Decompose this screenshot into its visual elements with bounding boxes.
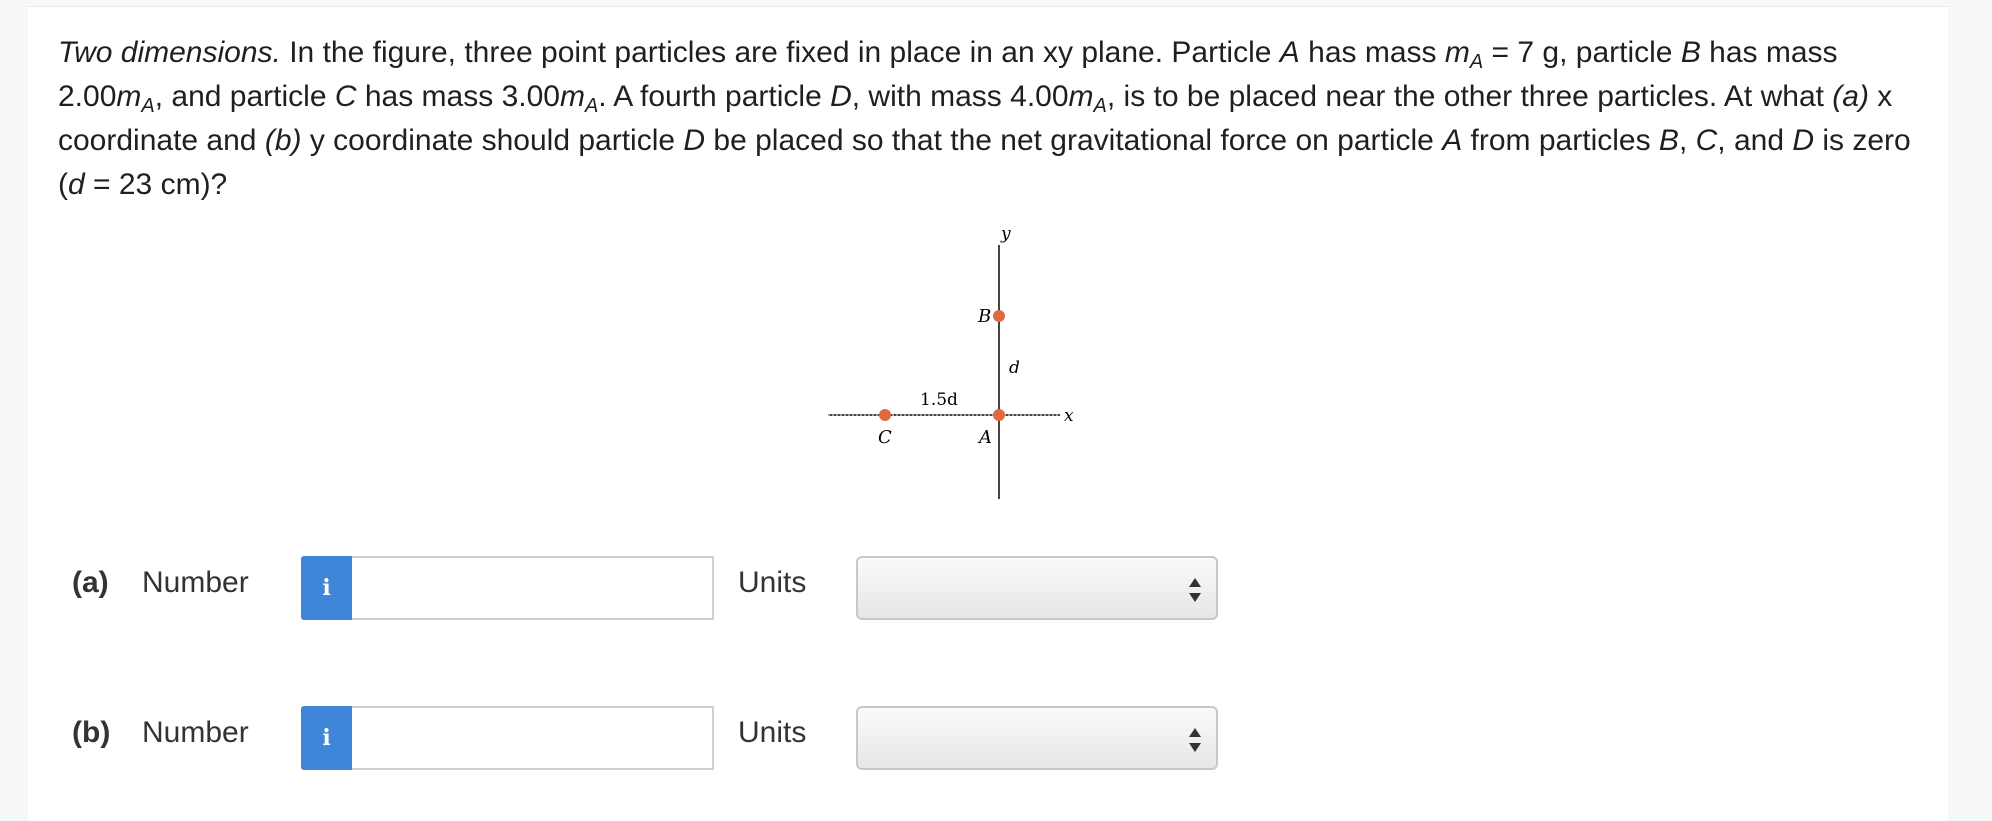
units-label: Units [738, 716, 807, 749]
question-fragment: from particles [1462, 124, 1659, 157]
label-c: C [878, 427, 892, 448]
question-fragment: has mass [1299, 36, 1445, 69]
label-b: B [977, 306, 991, 327]
question-lead: Two dimensions. [58, 36, 281, 69]
info-icon[interactable]: i [301, 556, 352, 620]
label-a: A [977, 427, 992, 448]
question-fragment: A [584, 95, 599, 117]
particle-a [993, 409, 1005, 421]
particle-b [993, 310, 1005, 322]
answer-row-b: (b) Number i Units [28, 702, 1228, 770]
question-fragment: d [68, 168, 85, 201]
units-select-a[interactable] [856, 556, 1218, 620]
question-fragment: A [1279, 36, 1300, 69]
question-fragment: m [1444, 36, 1470, 69]
label-1-5d: 1.5d [920, 390, 958, 410]
question-fragment: m [1068, 80, 1094, 113]
question-fragment: m [116, 80, 142, 113]
question-fragment: D [683, 124, 706, 157]
question-fragment: . A fourth particle [598, 80, 831, 113]
x-axis-label: x [1064, 406, 1074, 426]
units-select-b[interactable] [856, 706, 1218, 770]
number-label: Number [142, 566, 249, 599]
question-fragment: y coordinate should particle [301, 124, 684, 157]
particle-c [879, 409, 891, 421]
question-fragment: m [559, 80, 585, 113]
select-arrows-icon [1189, 728, 1201, 752]
info-icon[interactable]: i [301, 706, 352, 770]
question-fragment: (a) [1832, 80, 1869, 113]
question-fragment: C [334, 80, 357, 113]
number-label: Number [142, 716, 249, 749]
question-card: Two dimensions. In the figure, three poi… [28, 6, 1948, 821]
question-fragment: , [1678, 124, 1696, 157]
question-fragment: = 23 cm)? [84, 168, 228, 201]
question-fragment: In the figure, three point particles are… [280, 36, 1280, 69]
question-fragment: A [1469, 51, 1484, 73]
question-fragment: D [830, 80, 852, 113]
label-d: d [1009, 358, 1020, 378]
question-fragment: C [1695, 124, 1718, 157]
number-input-a[interactable] [352, 556, 714, 620]
y-axis-label: y [1000, 224, 1011, 244]
question-fragment: be placed so that the net gravitational … [705, 124, 1443, 157]
question-fragment: B [1680, 36, 1701, 69]
part-label: (b) [72, 716, 111, 749]
question-fragment: , and particle [154, 80, 335, 113]
question-fragment: B [1658, 124, 1679, 157]
particle-figure: y x B A C d 1.5d [828, 224, 1074, 499]
question-fragment: has mass 3.00 [356, 80, 560, 113]
question-fragment: , is to be placed near the other three p… [1106, 80, 1833, 113]
question-fragment: A [1442, 124, 1463, 157]
units-label: Units [738, 566, 807, 599]
question-fragment: A [1093, 95, 1107, 117]
part-label: (a) [72, 566, 109, 599]
question-fragment: D [1792, 124, 1815, 157]
question-fragment: , and [1717, 124, 1793, 157]
question-fragment: , with mass 4.00 [851, 80, 1069, 113]
question-fragment: = 7 g, particle [1483, 36, 1681, 69]
select-arrows-icon [1189, 578, 1201, 602]
question-fragment: (b) [264, 124, 302, 157]
number-input-b[interactable] [352, 706, 714, 770]
question-text: Two dimensions. In the figure, three poi… [58, 31, 1938, 207]
answer-row-a: (a) Number i Units [28, 552, 1228, 620]
question-fragment: A [141, 95, 155, 117]
